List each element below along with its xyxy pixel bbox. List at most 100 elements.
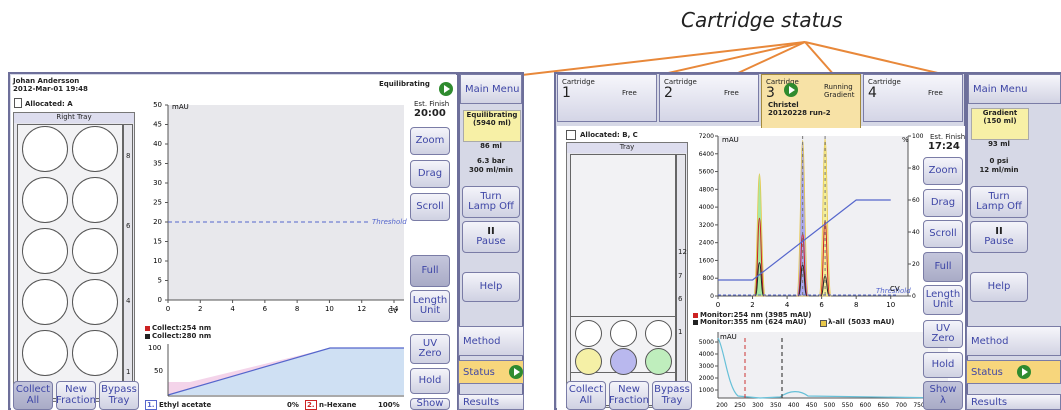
tray-tube[interactable] [645, 348, 672, 375]
help-button[interactable]: Help [970, 272, 1028, 302]
pause-button[interactable]: II Pause [462, 221, 520, 253]
status-line-1: Gradient [982, 109, 1018, 117]
tray-tube[interactable] [22, 126, 68, 172]
left-allocated: Allocated: A [25, 100, 73, 108]
uv-zero-button[interactable]: UV Zero [923, 320, 963, 348]
tray-tube[interactable] [575, 320, 602, 347]
main-menu-button[interactable]: Main Menu [968, 74, 1061, 104]
tray-tube[interactable] [72, 279, 118, 325]
legend-item: Collect:254 nm [152, 324, 212, 332]
y-tick-label: 3200 [699, 222, 714, 229]
y-tick-label: 0 [158, 296, 162, 304]
scroll-button[interactable]: Scroll [410, 193, 450, 221]
tray-tube[interactable] [22, 330, 68, 376]
lamp-off-label: Lamp Off [976, 201, 1022, 212]
zoom-button[interactable]: Zoom [410, 127, 450, 155]
pct-tick-label: 80 [912, 165, 920, 172]
drag-button[interactable]: Drag [923, 189, 963, 217]
legend-b-pct: 100% [378, 401, 400, 409]
status-tab[interactable]: Status [966, 360, 1061, 384]
tray-tube[interactable] [610, 320, 637, 347]
collect-all-button[interactable]: Collect All [13, 381, 53, 410]
tray-tube[interactable] [610, 348, 637, 375]
pressure-readout: 6.3 bar [476, 157, 506, 165]
gradient-tick: 100 [148, 344, 161, 352]
fraction-label: Fraction [56, 394, 96, 406]
tray-tube[interactable] [645, 320, 672, 347]
scroll-button[interactable]: Scroll [923, 220, 963, 248]
show-lambda-button[interactable]: Show λ [923, 381, 963, 410]
lamp-off-button[interactable]: Turn Lamp Off [462, 186, 520, 218]
results-tab[interactable]: Results [458, 394, 524, 410]
results-label: Results [463, 396, 500, 408]
new-fraction-button[interactable]: New Fraction [56, 381, 96, 410]
x-tick-label: 12 [357, 305, 366, 313]
cartridge-tab-1[interactable]: Cartridge 1 Free [557, 74, 657, 122]
tray-tube[interactable] [72, 177, 118, 223]
uv-zero-button[interactable]: UV Zero [410, 334, 450, 364]
tray-tube[interactable] [22, 279, 68, 325]
show-lambda-button[interactable]: Show [410, 398, 450, 410]
x-tick-label: 450 [806, 402, 818, 409]
cartridge-tab-2[interactable]: Cartridge 2 Free [659, 74, 759, 122]
y-tick-label: 6400 [699, 151, 714, 158]
cartridge-state-detail: Gradient [824, 91, 855, 99]
cartridge-tab-4[interactable]: Cartridge 4 Free [863, 74, 963, 122]
new-fraction-button[interactable]: New Fraction [609, 381, 649, 410]
tray-tube[interactable] [22, 177, 68, 223]
y-tick-label: 20 [153, 218, 162, 226]
full-label: Full [421, 264, 439, 276]
full-button[interactable]: Full [410, 255, 450, 287]
hold-button[interactable]: Hold [410, 368, 450, 394]
length-unit-button[interactable]: Length Unit [923, 285, 963, 315]
tray-label: Tray [661, 394, 683, 406]
drag-label: Drag [417, 167, 443, 179]
y-tick-label: 7200 [699, 133, 714, 140]
bypass-tray-button[interactable]: Bypass Tray [99, 381, 139, 410]
drag-button[interactable]: Drag [410, 160, 450, 188]
tray-tube[interactable] [72, 228, 118, 274]
tray-number: 6 [126, 222, 131, 230]
y-tick-label: 45 [153, 121, 162, 129]
x-tick-label: 8 [295, 305, 299, 313]
pause-button[interactable]: II Pause [970, 221, 1028, 253]
collect-all-button[interactable]: Collect All [566, 381, 606, 410]
spectrum-chart: mAU nm 50004000300020001000 200250300350… [699, 332, 951, 409]
results-tab[interactable]: Results [966, 394, 1061, 410]
left-user: Johan Andersson [13, 77, 80, 85]
y-tick-label: 0 [710, 293, 714, 300]
full-button[interactable]: Full [923, 252, 963, 282]
cartridge-run: 20120228 run-2 [768, 109, 831, 117]
y-tick-label: 25 [153, 199, 162, 207]
zoom-button[interactable]: Zoom [923, 157, 963, 185]
zero-label: Zero [418, 348, 442, 359]
tray-tube[interactable] [22, 228, 68, 274]
main-menu-button[interactable]: Main Menu [460, 74, 522, 104]
status-line-2: (150 ml) [983, 117, 1017, 126]
zero-label: Zero [931, 333, 955, 344]
y-tick-label: 40 [153, 140, 162, 148]
help-button[interactable]: Help [462, 272, 520, 302]
all-label: All [579, 394, 593, 406]
y-unit-label: mAU [722, 136, 739, 144]
gradient-tick: 50 [154, 367, 163, 375]
method-tab[interactable]: Method [966, 326, 1061, 356]
lamp-off-button[interactable]: Turn Lamp Off [970, 186, 1028, 218]
cartridge-tab-3[interactable]: Cartridge 3 Running Gradient Christel 20… [761, 74, 861, 128]
right-allocated: Allocated: B, C [580, 131, 638, 139]
tray-tube[interactable] [575, 348, 602, 375]
status-tab[interactable]: Status [458, 360, 524, 384]
main-menu-label: Main Menu [465, 83, 520, 95]
left-tray-title: Right Tray [14, 113, 134, 123]
tray-tube[interactable] [72, 126, 118, 172]
new-label: New [618, 384, 640, 395]
cartridge-state: Free [622, 89, 637, 97]
method-label: Method [463, 335, 501, 347]
hold-button[interactable]: Hold [923, 352, 963, 378]
length-unit-button[interactable]: Length Unit [410, 290, 450, 322]
bypass-tray-button[interactable]: Bypass Tray [652, 381, 692, 410]
method-tab[interactable]: Method [458, 326, 524, 356]
tray-tube[interactable] [72, 330, 118, 376]
legend-swatch [820, 320, 827, 327]
pct-tick-label: 40 [912, 229, 920, 236]
